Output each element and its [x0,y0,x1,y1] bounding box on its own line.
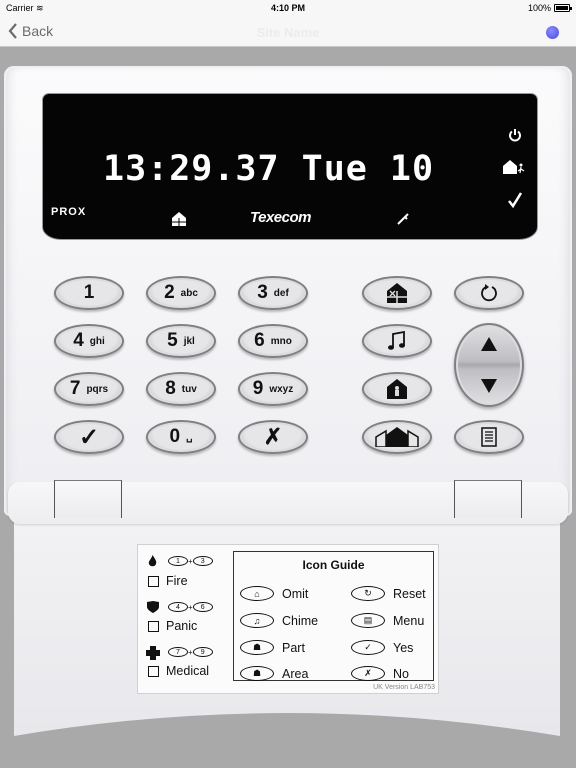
key-no[interactable]: ✗ [238,420,308,454]
arrow-down-icon [481,379,497,393]
key-8[interactable]: 8 tuv [146,372,216,406]
music-note-icon: ♫ [240,613,274,628]
house-exit-icon [503,160,525,174]
hinge-left [54,480,122,518]
key-0[interactable]: 0 ␣ [146,420,216,454]
area-house-icon [375,427,419,447]
guide-item-menu: ▤ Menu [351,613,424,628]
flame-icon [148,555,157,567]
icon-guide-card: 1 +3 Fire 4 +6 Panic 7 +9 Medical Icon Guid… [137,544,439,694]
key-yes[interactable]: ✓ [54,420,124,454]
key-down[interactable] [454,365,524,407]
lcd-text: 13:29.37 Tue 10 [103,149,435,189]
key-6[interactable]: 6 mno [238,324,308,358]
check-icon [508,192,523,208]
connection-status-dot[interactable] [546,26,559,39]
x-icon: ✗ [351,666,385,681]
icon-guide-title: Icon Guide [302,558,365,572]
guide-item-part: ☗ Part [240,640,305,655]
part-house-icon [387,379,407,399]
nav-bar: Back Site Name [0,18,576,47]
icon-guide: Icon Guide ⌂ Omit ↻ Reset ♫ Chime ▤ Menu ☗ Pa… [233,551,434,681]
key-up[interactable] [454,323,524,365]
keypad-view: 13:29.37 Tue 10 PROX Texecom 1 2 abc 3 def… [0,48,576,768]
power-icon [509,129,521,142]
key-3[interactable]: 3 def [238,276,308,310]
arrow-up-icon [481,337,497,351]
check-icon: ✓ [78,423,100,451]
page-title: Site Name [256,25,320,40]
part-house-icon: ☗ [240,640,274,655]
shield-icon [147,601,159,613]
lcd-display: 13:29.37 Tue 10 PROX Texecom [43,94,537,239]
key-7[interactable]: 7 pqrs [54,372,124,406]
omit-house-icon [387,283,407,303]
key-5[interactable]: 5 jkl [146,324,216,358]
guide-item-chime: ♫ Chime [240,613,318,628]
reset-icon [481,284,497,302]
battery-indicator: 100% [528,3,572,13]
status-time: 4:10 PM [270,3,305,13]
fire-checkbox: Fire [148,574,188,588]
menu-icon: ▤ [351,613,385,628]
guide-item-area: ☗ Area [240,666,308,681]
guide-item-omit: ⌂ Omit [240,586,308,601]
medical-checkbox: Medical [148,664,209,678]
guide-item-yes: ✓ Yes [351,640,413,655]
key-chime[interactable] [362,324,432,358]
key-1[interactable]: 1 [54,276,124,310]
space-icon: ␣ [186,431,193,443]
hinge-right [454,480,522,518]
menu-icon [481,427,497,447]
reset-icon: ↻ [351,586,385,601]
omit-house-icon [172,212,186,226]
guide-item-reset: ↻ Reset [351,586,426,601]
wrench-icon [397,213,409,225]
omit-house-icon: ⌂ [240,586,274,601]
panic-checkbox: Panic [148,619,197,633]
fire-combo: 1 +3 [168,556,213,566]
scroll-keys [454,323,524,407]
brand-logo: Texecom [250,209,311,226]
music-note-icon [388,331,405,350]
prox-label: PROX [51,206,87,218]
guide-item-no: ✗ No [351,666,409,681]
key-area[interactable] [362,420,432,454]
key-reset[interactable] [454,276,524,310]
status-bar: Carrier ≋ 4:10 PM 100% [0,0,576,18]
key-part[interactable] [362,372,432,406]
key-9[interactable]: 9 wxyz [238,372,308,406]
key-2[interactable]: 2 abc [146,276,216,310]
key-omit[interactable] [362,276,432,310]
cross-icon [146,646,160,660]
panic-combo: 4 +6 [168,602,213,612]
key-4[interactable]: 4 ghi [54,324,124,358]
medical-combo: 7 +9 [168,647,213,657]
check-icon: ✓ [351,640,385,655]
version-label: UK Version LAB753 [373,684,435,691]
key-menu[interactable] [454,420,524,454]
x-icon: ✗ [263,424,283,449]
area-house-icon: ☗ [240,666,274,681]
battery-icon [554,4,572,12]
